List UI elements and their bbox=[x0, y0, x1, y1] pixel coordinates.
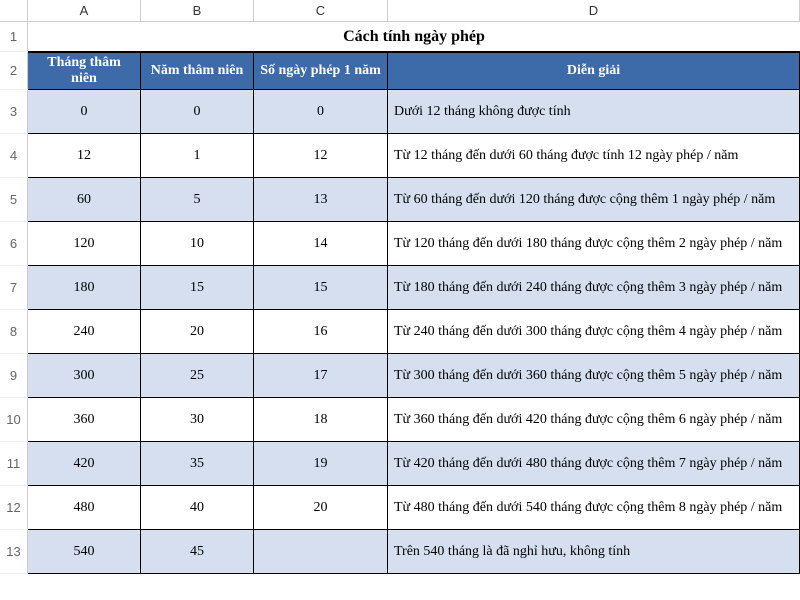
title-row: 1 Cách tính ngày phép bbox=[0, 22, 800, 52]
row-header-10[interactable]: 10 bbox=[0, 398, 28, 442]
cell[interactable]: 30 bbox=[141, 398, 254, 442]
cell[interactable]: 17 bbox=[254, 354, 388, 398]
cell[interactable]: Từ 480 tháng đến dưới 540 tháng được cộn… bbox=[388, 486, 800, 530]
cell[interactable]: 18 bbox=[254, 398, 388, 442]
cell[interactable]: 15 bbox=[254, 266, 388, 310]
cell[interactable]: Từ 300 tháng đến dưới 360 tháng được cộn… bbox=[388, 354, 800, 398]
cell[interactable]: Từ 420 tháng đến dưới 480 tháng được cộn… bbox=[388, 442, 800, 486]
column-headers-row: A B C D bbox=[0, 0, 800, 22]
row-header-5[interactable]: 5 bbox=[0, 178, 28, 222]
table-row: 11 420 35 19 Từ 420 tháng đến dưới 480 t… bbox=[0, 442, 800, 486]
row-header-6[interactable]: 6 bbox=[0, 222, 28, 266]
cell[interactable]: Từ 120 tháng đến dưới 180 tháng được cộn… bbox=[388, 222, 800, 266]
col-header-B[interactable]: B bbox=[141, 0, 254, 21]
row-header-7[interactable]: 7 bbox=[0, 266, 28, 310]
cell[interactable]: 20 bbox=[141, 310, 254, 354]
table-row: 8 240 20 16 Từ 240 tháng đến dưới 300 th… bbox=[0, 310, 800, 354]
cell[interactable]: 360 bbox=[28, 398, 141, 442]
cell[interactable] bbox=[254, 530, 388, 574]
cell[interactable]: Dưới 12 tháng không được tính bbox=[388, 90, 800, 134]
cell[interactable]: 540 bbox=[28, 530, 141, 574]
cell[interactable]: 0 bbox=[141, 90, 254, 134]
col-header-D[interactable]: D bbox=[388, 0, 800, 21]
row-header-11[interactable]: 11 bbox=[0, 442, 28, 486]
header-cell-B[interactable]: Năm thâm niên bbox=[141, 52, 254, 90]
cell[interactable]: Từ 60 tháng đến dưới 120 tháng được cộng… bbox=[388, 178, 800, 222]
row-header-2[interactable]: 2 bbox=[0, 52, 28, 90]
row-header-9[interactable]: 9 bbox=[0, 354, 28, 398]
title-cell[interactable]: Cách tính ngày phép bbox=[28, 22, 800, 52]
header-cell-C[interactable]: Số ngày phép 1 năm bbox=[254, 52, 388, 90]
table-row: 7 180 15 15 Từ 180 tháng đến dưới 240 th… bbox=[0, 266, 800, 310]
cell[interactable]: Trên 540 tháng là đã nghỉ hưu, không tín… bbox=[388, 530, 800, 574]
cell[interactable]: 15 bbox=[141, 266, 254, 310]
cell[interactable]: Từ 240 tháng đến dưới 300 tháng được cộn… bbox=[388, 310, 800, 354]
cell[interactable]: 12 bbox=[28, 134, 141, 178]
col-header-A[interactable]: A bbox=[28, 0, 141, 21]
cell[interactable]: 13 bbox=[254, 178, 388, 222]
select-all-corner[interactable] bbox=[0, 0, 28, 21]
table-row: 4 12 1 12 Từ 12 tháng đến dưới 60 tháng … bbox=[0, 134, 800, 178]
row-header-3[interactable]: 3 bbox=[0, 90, 28, 134]
cell[interactable]: Từ 180 tháng đến dưới 240 tháng được cộn… bbox=[388, 266, 800, 310]
cell[interactable]: 240 bbox=[28, 310, 141, 354]
row-header-1[interactable]: 1 bbox=[0, 22, 28, 52]
table-row: 3 0 0 0 Dưới 12 tháng không được tính bbox=[0, 90, 800, 134]
cell[interactable]: 14 bbox=[254, 222, 388, 266]
cell[interactable]: 20 bbox=[254, 486, 388, 530]
cell[interactable]: 12 bbox=[254, 134, 388, 178]
table-row: 5 60 5 13 Từ 60 tháng đến dưới 120 tháng… bbox=[0, 178, 800, 222]
cell[interactable]: 16 bbox=[254, 310, 388, 354]
row-header-12[interactable]: 12 bbox=[0, 486, 28, 530]
cell[interactable]: 120 bbox=[28, 222, 141, 266]
cell[interactable]: 5 bbox=[141, 178, 254, 222]
cell[interactable]: 300 bbox=[28, 354, 141, 398]
cell[interactable]: 0 bbox=[28, 90, 141, 134]
table-row: 10 360 30 18 Từ 360 tháng đến dưới 420 t… bbox=[0, 398, 800, 442]
cell[interactable]: 180 bbox=[28, 266, 141, 310]
cell[interactable]: 40 bbox=[141, 486, 254, 530]
header-cell-D[interactable]: Diễn giải bbox=[388, 52, 800, 90]
cell[interactable]: Từ 360 tháng đến dưới 420 tháng được cộn… bbox=[388, 398, 800, 442]
spreadsheet: A B C D 1 Cách tính ngày phép 2 Tháng th… bbox=[0, 0, 800, 600]
table-row: 13 540 45 Trên 540 tháng là đã nghỉ hưu,… bbox=[0, 530, 800, 574]
col-header-C[interactable]: C bbox=[254, 0, 388, 21]
cell[interactable]: Từ 12 tháng đến dưới 60 tháng được tính … bbox=[388, 134, 800, 178]
table-row: 12 480 40 20 Từ 480 tháng đến dưới 540 t… bbox=[0, 486, 800, 530]
cell[interactable]: 25 bbox=[141, 354, 254, 398]
cell[interactable]: 19 bbox=[254, 442, 388, 486]
row-header-13[interactable]: 13 bbox=[0, 530, 28, 574]
cell[interactable]: 10 bbox=[141, 222, 254, 266]
table-row: 6 120 10 14 Từ 120 tháng đến dưới 180 th… bbox=[0, 222, 800, 266]
grid-body: 1 Cách tính ngày phép 2 Tháng thâm niên … bbox=[0, 22, 800, 574]
cell[interactable]: 45 bbox=[141, 530, 254, 574]
cell[interactable]: 35 bbox=[141, 442, 254, 486]
cell[interactable]: 60 bbox=[28, 178, 141, 222]
cell[interactable]: 0 bbox=[254, 90, 388, 134]
row-header-8[interactable]: 8 bbox=[0, 310, 28, 354]
row-header-4[interactable]: 4 bbox=[0, 134, 28, 178]
cell[interactable]: 480 bbox=[28, 486, 141, 530]
table-row: 9 300 25 17 Từ 300 tháng đến dưới 360 th… bbox=[0, 354, 800, 398]
cell[interactable]: 420 bbox=[28, 442, 141, 486]
header-cell-A[interactable]: Tháng thâm niên bbox=[28, 52, 141, 90]
cell[interactable]: 1 bbox=[141, 134, 254, 178]
table-header-row: 2 Tháng thâm niên Năm thâm niên Số ngày … bbox=[0, 52, 800, 90]
